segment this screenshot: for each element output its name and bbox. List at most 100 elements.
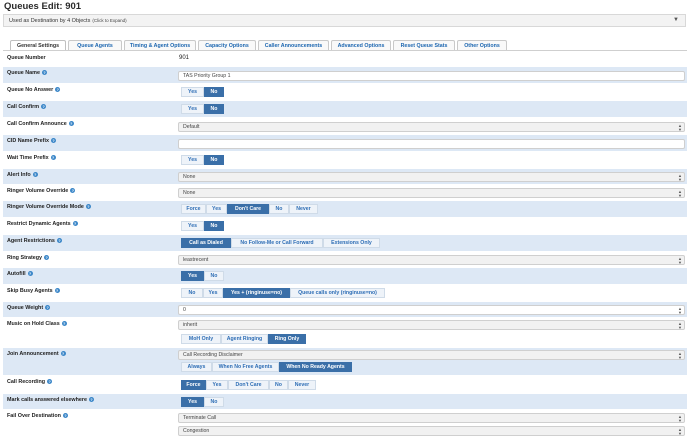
wait-time-prefix-no[interactable]: No <box>204 155 224 165</box>
join-announcement-select[interactable]: Call Recording Disclaimer ▲ ▼ <box>178 350 685 360</box>
field-label: Queue Weight? <box>7 305 51 311</box>
call-recording-force[interactable]: Force <box>181 380 206 390</box>
updown-arrows-icon: ▲ ▼ <box>678 256 682 265</box>
tab-divider <box>3 50 687 51</box>
restrict-dynamic-agents-toggle: Yes No <box>181 221 224 231</box>
row-agent-restrictions: Agent Restrictions? Call as Dialed No Fo… <box>3 235 687 252</box>
select-value: inherit <box>183 322 198 328</box>
rvom-force[interactable]: Force <box>181 204 206 214</box>
join-when-no-free-agents[interactable]: When No Free Agents <box>212 362 279 372</box>
call-confirm-toggle: Yes No <box>181 104 224 114</box>
skip-busy-queue-calls-only[interactable]: Queue calls only (ringinuse=no) <box>290 288 385 298</box>
call-recording-dont-care[interactable]: Don't Care <box>228 380 269 390</box>
call-confirm-no[interactable]: No <box>204 104 224 114</box>
select-value: Terminate Call <box>183 415 217 421</box>
row-queue-no-answer: Queue No Answer? Yes No <box>3 84 687 101</box>
rvom-yes[interactable]: Yes <box>206 204 227 214</box>
skip-busy-yes[interactable]: Yes <box>203 288 223 298</box>
agent-restrictions-toggle: Call as Dialed No Follow-Me or Call Forw… <box>181 238 380 248</box>
call-recording-no[interactable]: No <box>269 380 288 390</box>
destinations-label: Used as Destination by 4 Objects <box>9 17 91 24</box>
row-ring-strategy: Ring Strategy? leastrecent ▲ ▼ <box>3 252 687 268</box>
help-icon[interactable]: ? <box>60 351 66 356</box>
help-icon[interactable]: ? <box>44 255 50 260</box>
chevron-down-icon: ▼ <box>673 17 679 23</box>
autofill-no[interactable]: No <box>204 271 224 281</box>
cid-name-prefix-input[interactable] <box>178 139 685 149</box>
updown-arrows-icon: ▲ ▼ <box>678 189 682 198</box>
help-icon[interactable]: ? <box>62 413 68 418</box>
music-on-hold-select[interactable]: inherit ▲ ▼ <box>178 320 685 330</box>
skip-busy-no[interactable]: No <box>181 288 203 298</box>
join-when-no-ready-agents[interactable]: When No Ready Agents <box>279 362 352 372</box>
help-icon[interactable]: ? <box>50 138 56 143</box>
queue-weight-stepper[interactable]: 0 ▲ ▼ <box>178 305 685 315</box>
help-icon[interactable]: ? <box>41 70 47 75</box>
call-confirm-yes[interactable]: Yes <box>181 104 204 114</box>
moh-only[interactable]: MoH Only <box>181 334 221 344</box>
moh-ring-only[interactable]: Ring Only <box>268 334 306 344</box>
destinations-expander[interactable]: Used as Destination by 4 Objects (Click … <box>3 14 686 27</box>
help-icon[interactable]: ? <box>55 87 61 92</box>
fail-over-destination-type-select[interactable]: Terminate Call ▲ ▼ <box>178 413 685 423</box>
restrict-dynamic-agents-yes[interactable]: Yes <box>181 221 204 231</box>
mark-calls-no[interactable]: No <box>204 397 224 407</box>
tab-label: Advanced Options <box>337 43 385 49</box>
restrict-dynamic-agents-no[interactable]: No <box>204 221 224 231</box>
rvom-never[interactable]: Never <box>289 204 318 214</box>
updown-arrows-icon: ▲ ▼ <box>678 321 682 330</box>
row-restrict-dynamic-agents: Restrict Dynamic Agents? Yes No <box>3 218 687 235</box>
select-value: Congestion <box>183 428 210 434</box>
agent-restrictions-extensions-only[interactable]: Extensions Only <box>323 238 380 248</box>
help-icon[interactable]: ? <box>68 121 74 126</box>
call-recording-never[interactable]: Never <box>288 380 316 390</box>
alert-info-select[interactable]: None ▲ ▼ <box>178 172 685 182</box>
row-call-confirm-announce: Call Confirm Announce? Default ▲ ▼ <box>3 118 687 135</box>
select-value: Call Recording Disclaimer <box>183 352 243 358</box>
moh-agent-ringing[interactable]: Agent Ringing <box>221 334 268 344</box>
autofill-yes[interactable]: Yes <box>181 271 204 281</box>
help-icon[interactable]: ? <box>45 305 51 310</box>
row-queue-weight: Queue Weight? 0 ▲ ▼ <box>3 302 687 318</box>
mark-calls-yes[interactable]: Yes <box>181 397 204 407</box>
destinations-expand-hint: (Click to Expand) <box>92 18 127 23</box>
field-label: Ring Strategy? <box>7 255 50 261</box>
rvom-dont-care[interactable]: Don't Care <box>227 204 269 214</box>
row-call-confirm: Call Confirm? Yes No <box>3 101 687 118</box>
row-ringer-volume-override: Ringer Volume Override? None ▲ ▼ <box>3 185 687 201</box>
help-icon[interactable]: ? <box>72 221 78 226</box>
help-icon[interactable]: ? <box>27 271 33 276</box>
agent-restrictions-call-as-dialed[interactable]: Call as Dialed <box>181 238 231 248</box>
wait-time-prefix-yes[interactable]: Yes <box>181 155 204 165</box>
help-icon[interactable]: ? <box>89 397 95 402</box>
updown-arrows-icon: ▲ ▼ <box>678 414 682 423</box>
queue-no-answer-no[interactable]: No <box>204 87 224 97</box>
stepper-value: 0 <box>183 307 186 313</box>
join-always[interactable]: Always <box>181 362 212 372</box>
help-icon[interactable]: ? <box>41 104 47 109</box>
call-recording-yes[interactable]: Yes <box>206 380 228 390</box>
help-icon[interactable]: ? <box>85 204 91 209</box>
help-icon[interactable]: ? <box>47 379 53 384</box>
help-icon[interactable]: ? <box>61 321 67 326</box>
agent-restrictions-no-follow-me[interactable]: No Follow-Me or Call Forward <box>231 238 323 248</box>
fail-over-destination-target-select[interactable]: Congestion ▲ ▼ <box>178 426 685 436</box>
select-value: None <box>183 190 196 196</box>
help-icon[interactable]: ? <box>54 288 60 293</box>
row-join-announcement: Join Announcement? Call Recording Discla… <box>3 348 687 376</box>
updown-arrows-icon[interactable]: ▲ ▼ <box>678 307 682 315</box>
field-label: Queue Name? <box>7 70 47 76</box>
help-icon[interactable]: ? <box>32 172 38 177</box>
help-icon[interactable]: ? <box>56 238 62 243</box>
queue-no-answer-yes[interactable]: Yes <box>181 87 204 97</box>
skip-busy-yes-ringinuse[interactable]: Yes + (ringinuse=no) <box>223 288 290 298</box>
tab-label: Queue Agents <box>77 43 113 49</box>
row-queue-number: Queue Number 901 <box>3 52 687 67</box>
ringer-volume-override-select[interactable]: None ▲ ▼ <box>178 188 685 198</box>
queue-name-input[interactable]: TAS Priority Group 1 <box>178 71 685 81</box>
help-icon[interactable]: ? <box>70 188 76 193</box>
help-icon[interactable]: ? <box>50 155 56 160</box>
rvom-no[interactable]: No <box>269 204 289 214</box>
call-confirm-announce-select[interactable]: Default ▲ ▼ <box>178 122 685 132</box>
ring-strategy-select[interactable]: leastrecent ▲ ▼ <box>178 255 685 265</box>
